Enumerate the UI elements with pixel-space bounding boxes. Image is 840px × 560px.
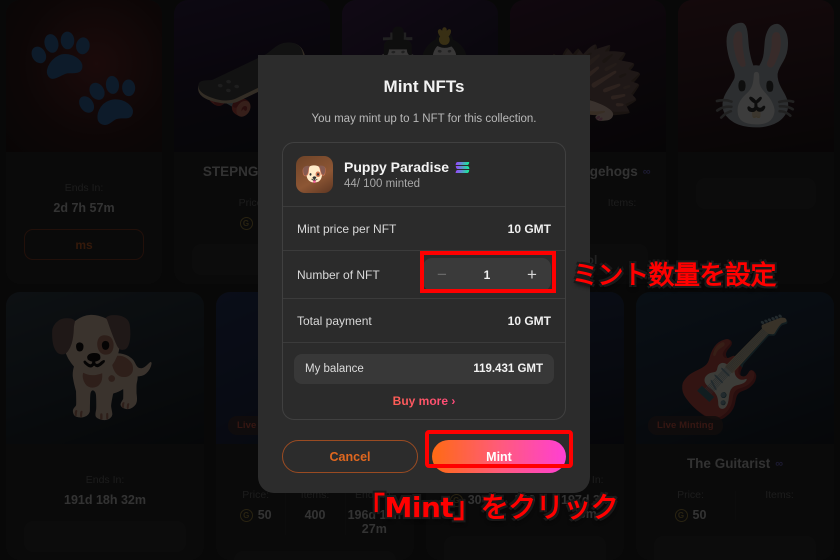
total-payment-value: 10 GMT [507,313,551,328]
modal-title: Mint NFTs [383,77,465,96]
mint-price-row: Mint price per NFT 10 GMT [283,206,565,250]
total-payment-row: Total payment 10 GMT [283,298,565,342]
app-root: 🐾Ends In:2d 7h 57mms🛹STEPNGOats∞Price:G0… [0,0,840,560]
collection-name-row: Puppy Paradise [344,159,470,175]
collection-name: Puppy Paradise [344,159,450,175]
highlight-box-mint [425,430,573,468]
solana-icon [455,161,470,173]
mint-price-label: Mint price per NFT [297,221,397,236]
balance-section: My balance 119.431 GMT Buy more › [283,342,565,419]
cancel-button[interactable]: Cancel [282,440,418,473]
buy-more-link[interactable]: Buy more › [294,394,554,408]
balance-label: My balance [305,363,364,375]
total-payment-label: Total payment [297,313,372,328]
balance-row: My balance 119.431 GMT [294,354,554,384]
modal-subtitle: You may mint up to 1 NFT for this collec… [311,113,537,125]
collection-minted-count: 44/ 100 minted [344,178,421,190]
highlight-box-quantity [420,251,556,293]
balance-value: 119.431 GMT [473,363,543,375]
collection-summary: 🐶 Puppy Paradise 44/ 100 minted [283,143,565,206]
quantity-label: Number of NFT [297,267,380,282]
annotation-mint: 「Mint」をクリック [357,491,619,524]
mint-price-value: 10 GMT [507,221,551,236]
annotation-quantity: ミント数量を設定 [572,261,777,291]
collection-avatar: 🐶 [296,156,333,193]
